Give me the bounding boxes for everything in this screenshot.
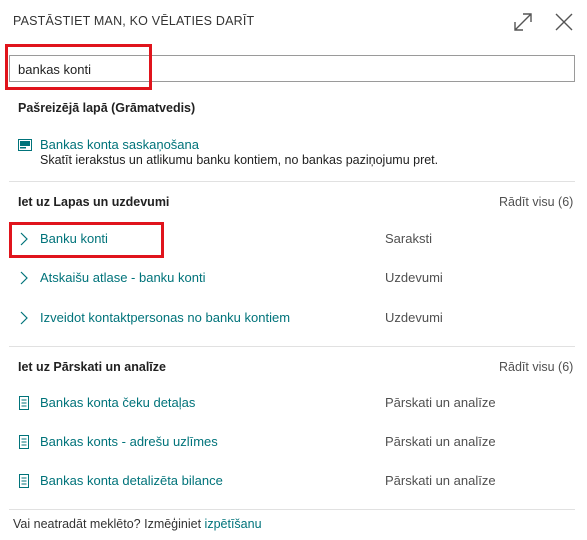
dialog-title: PASTĀSTIET MAN, KO VĒLATIES DARĪT: [13, 14, 255, 28]
expand-icon[interactable]: [511, 10, 535, 34]
page-icon: [18, 139, 32, 151]
current-page-item-description: Skatīt ierakstus un atlikumu banku konti…: [40, 153, 439, 167]
report-icon: [17, 396, 31, 410]
list-item-category: Pārskati un analīze: [385, 473, 496, 488]
list-item-category: Uzdevumi: [385, 310, 443, 325]
list-item[interactable]: Banku konti Saraksti: [9, 226, 575, 252]
report-icon: [17, 435, 31, 449]
search-input[interactable]: [18, 60, 558, 78]
dialog-header: PASTĀSTIET MAN, KO VĒLATIES DARĪT: [0, 0, 587, 44]
report-icon: [17, 474, 31, 488]
list-item-link[interactable]: Bankas konta čeku detaļas: [40, 395, 195, 410]
pages-tasks-show-all-link[interactable]: Rādīt visu (6): [499, 195, 573, 209]
list-item-category: Pārskati un analīze: [385, 395, 496, 410]
reports-section-title: Iet uz Pārskati un analīze: [18, 360, 166, 374]
current-page-section-title: Pašreizējā lapā (Grāmatvedis): [18, 101, 196, 115]
list-item-link[interactable]: Bankas konta detalizēta bilance: [40, 473, 223, 488]
divider: [9, 181, 575, 182]
list-item-category: Saraksti: [385, 231, 432, 246]
list-item[interactable]: Bankas konts - adrešu uzlīmes Pārskati u…: [9, 429, 575, 455]
footer-text: Vai neatradāt meklēto? Izmēģiniet: [13, 517, 205, 531]
pages-tasks-section-title: Iet uz Lapas un uzdevumi: [18, 195, 170, 209]
list-item-link[interactable]: Banku konti: [40, 231, 108, 246]
explore-link[interactable]: izpētīšanu: [205, 517, 262, 531]
list-item[interactable]: Bankas konta detalizēta bilance Pārskati…: [9, 468, 575, 494]
list-item-link[interactable]: Izveidot kontaktpersonas no banku kontie…: [40, 310, 290, 325]
chevron-right-icon: [17, 311, 31, 325]
list-item[interactable]: Izveidot kontaktpersonas no banku kontie…: [9, 305, 575, 331]
close-icon[interactable]: [552, 10, 576, 34]
list-item-category: Pārskati un analīze: [385, 434, 496, 449]
list-item-link[interactable]: Bankas konts - adrešu uzlīmes: [40, 434, 218, 449]
search-box[interactable]: [9, 55, 575, 82]
divider: [9, 346, 575, 347]
list-item[interactable]: Bankas konta čeku detaļas Pārskati un an…: [9, 390, 575, 416]
reports-show-all-link[interactable]: Rādīt visu (6): [499, 360, 573, 374]
current-page-item-link[interactable]: Bankas konta saskaņošana: [40, 137, 199, 152]
chevron-right-icon: [17, 271, 31, 285]
list-item-link[interactable]: Atskaišu atlase - banku konti: [40, 270, 205, 285]
list-item[interactable]: Atskaišu atlase - banku konti Uzdevumi: [9, 265, 575, 291]
divider: [9, 509, 575, 510]
footer-hint: Vai neatradāt meklēto? Izmēģiniet izpētī…: [13, 517, 262, 531]
chevron-right-icon: [17, 232, 31, 246]
list-item-category: Uzdevumi: [385, 270, 443, 285]
